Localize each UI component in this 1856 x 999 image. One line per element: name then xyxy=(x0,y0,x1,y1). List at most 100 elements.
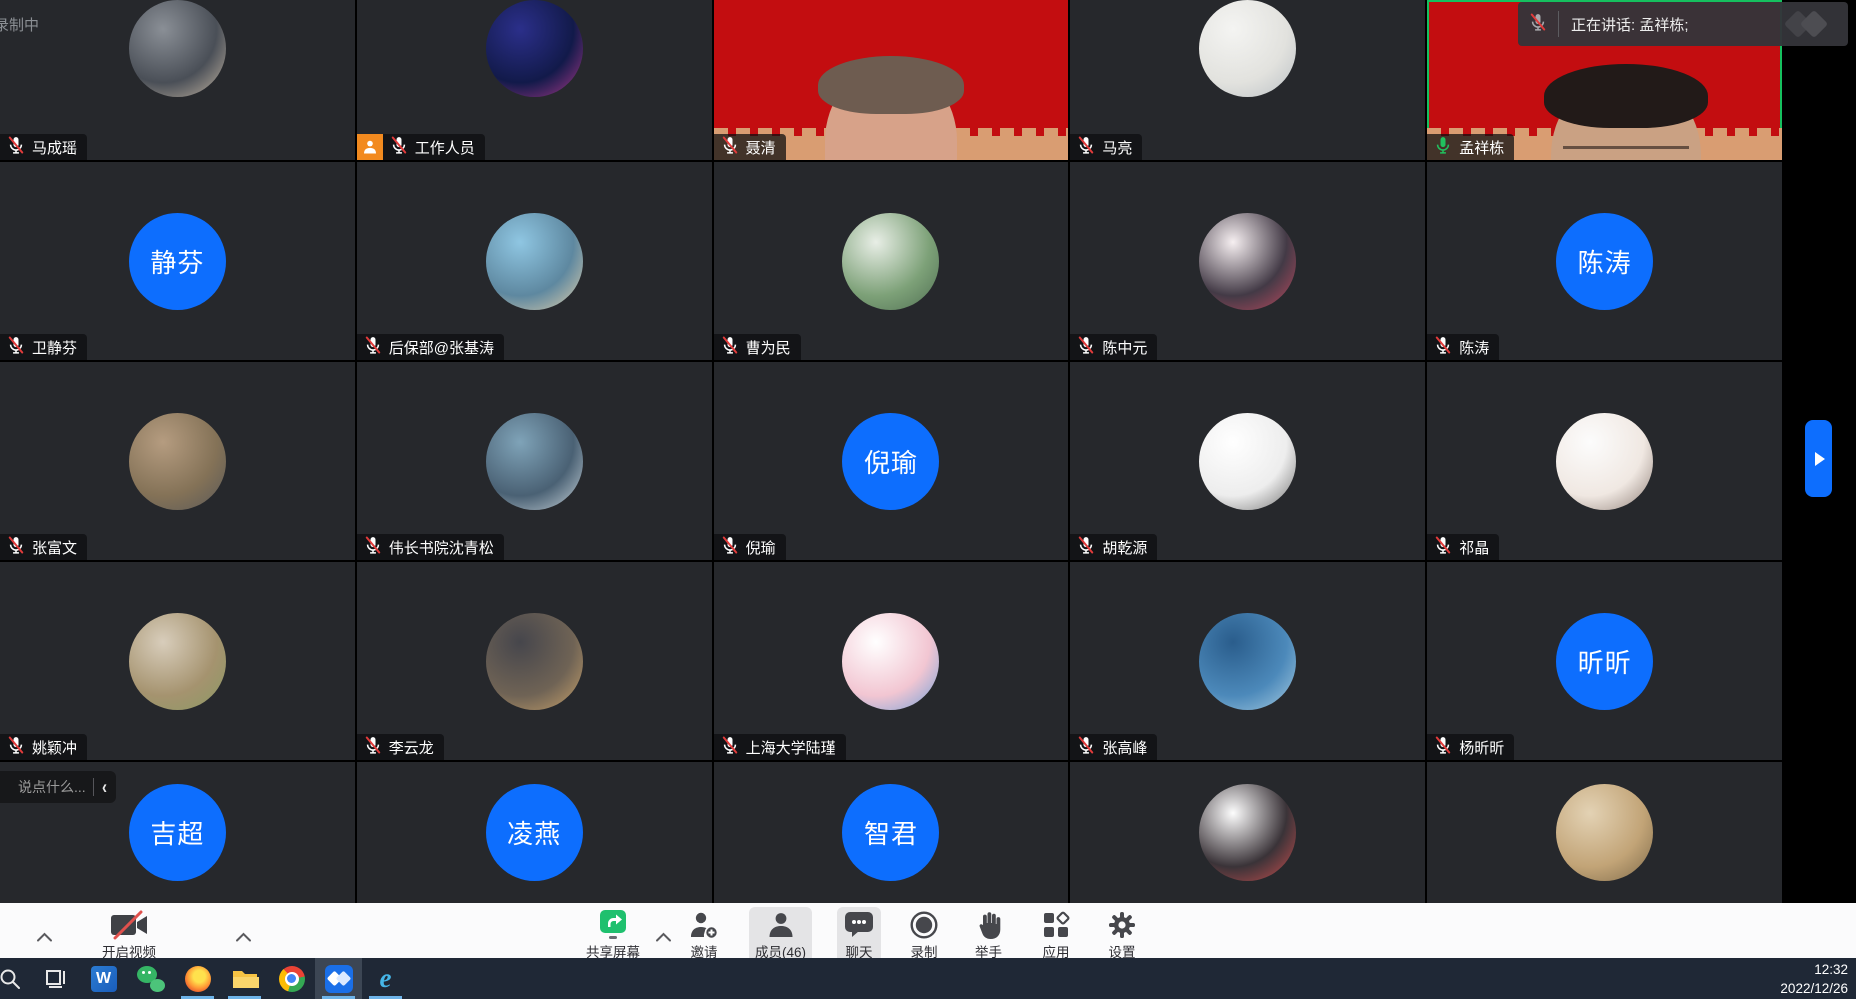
taskbar-ie-icon[interactable]: e xyxy=(362,958,409,999)
taskbar-apps: We xyxy=(0,958,409,999)
avatar-initials: 昕昕 xyxy=(1556,613,1653,710)
speaking-banner: 正在讲话: 孟祥栋; xyxy=(1518,2,1848,46)
members-icon xyxy=(766,910,796,940)
taskbar-wechat-icon[interactable] xyxy=(127,958,174,999)
apps-icon xyxy=(1041,910,1071,940)
participant-tile[interactable]: 凌燕 xyxy=(357,762,712,903)
participant-tile[interactable] xyxy=(1070,762,1425,903)
chat-quick-input[interactable]: 说点什么... ‹ xyxy=(0,771,116,803)
participant-tile[interactable]: 工作人员 xyxy=(357,0,712,160)
avatar-photo xyxy=(1199,413,1296,510)
participant-label: 杨昕昕 xyxy=(1427,734,1514,760)
participant-label: 工作人员 xyxy=(357,134,485,160)
avatar-initials: 吉超 xyxy=(129,784,226,881)
mic-muted-icon xyxy=(1076,535,1096,559)
avatar-photo xyxy=(486,413,583,510)
participant-tile[interactable] xyxy=(1427,762,1782,903)
avatar-photo xyxy=(842,213,939,310)
taskbar-meeting-icon[interactable] xyxy=(315,958,362,999)
participant-label: 李云龙 xyxy=(357,734,444,760)
toolbar-members-button[interactable]: 成员(46) xyxy=(749,907,812,963)
speaking-banner-text: 正在讲话: 孟祥栋; xyxy=(1571,14,1782,35)
mic-muted-icon xyxy=(720,135,740,159)
record-icon xyxy=(909,910,939,940)
banner-divider xyxy=(1558,11,1559,37)
collapse-chat-icon[interactable]: ‹ xyxy=(102,776,107,798)
participant-label: 后保部@张基涛 xyxy=(357,334,504,360)
mute-options-chevron[interactable] xyxy=(36,930,53,945)
participant-name: 马亮 xyxy=(1102,137,1132,158)
taskbar-chrome-icon[interactable] xyxy=(268,958,315,999)
taskbar-search-icon[interactable] xyxy=(0,958,33,999)
participant-tile[interactable]: 陈涛陈涛 xyxy=(1427,162,1782,360)
participant-tile[interactable]: 智君 xyxy=(714,762,1069,903)
avatar-initials: 陈涛 xyxy=(1556,213,1653,310)
toolbar-video-button[interactable]: 开启视频 xyxy=(96,907,162,963)
participant-tile[interactable]: 张富文 xyxy=(0,362,355,560)
participant-tile[interactable]: 昕昕杨昕昕 xyxy=(1427,562,1782,760)
participant-tile[interactable]: 胡乾源 xyxy=(1070,362,1425,560)
participant-grid: 马成瑶工作人员聂清马亮孟祥栋静芬卫静芬后保部@张基涛曹为民陈中元陈涛陈涛张富文伟… xyxy=(0,0,1782,903)
mic-muted-icon xyxy=(720,735,740,759)
participant-name: 伟长书院沈青松 xyxy=(389,537,494,558)
mic-muted-icon xyxy=(1528,12,1548,37)
participant-tile[interactable]: 曹为民 xyxy=(714,162,1069,360)
participant-tile[interactable]: 倪瑜倪瑜 xyxy=(714,362,1069,560)
participant-label: 张高峰 xyxy=(1070,734,1157,760)
avatar-initials: 智君 xyxy=(842,784,939,881)
mic-muted-icon xyxy=(1433,735,1453,759)
avatar-initials: 静芬 xyxy=(129,213,226,310)
avatar-photo xyxy=(1556,413,1653,510)
participant-label: 陈中元 xyxy=(1070,334,1157,360)
participant-name: 胡乾源 xyxy=(1102,537,1147,558)
mic-muted-icon xyxy=(389,135,409,159)
toolbar-apps-button[interactable]: 应用 xyxy=(1035,907,1077,963)
share-options-chevron[interactable] xyxy=(655,930,672,945)
participant-tile[interactable]: 马亮 xyxy=(1070,0,1425,160)
participant-tile[interactable]: 张高峰 xyxy=(1070,562,1425,760)
avatar-photo xyxy=(842,613,939,710)
participant-label: 陈涛 xyxy=(1427,334,1499,360)
participant-tile[interactable]: 李云龙 xyxy=(357,562,712,760)
participant-label: 姚颖冲 xyxy=(0,734,87,760)
participant-tile[interactable]: 姚颖冲 xyxy=(0,562,355,760)
participant-label: 上海大学陆瑾 xyxy=(714,734,846,760)
taskbar-clock[interactable]: 12:32 2022/12/26 xyxy=(1780,961,1848,999)
next-page-button[interactable] xyxy=(1805,420,1832,497)
participant-tile[interactable]: 后保部@张基涛 xyxy=(357,162,712,360)
avatar-photo xyxy=(1199,213,1296,310)
taskbar-file-explorer-icon[interactable] xyxy=(221,958,268,999)
participant-tile[interactable]: 聂清 xyxy=(714,0,1069,160)
mic-muted-icon xyxy=(363,535,383,559)
taskbar-firefox-icon[interactable] xyxy=(174,958,221,999)
participant-tile[interactable]: 马成瑶 xyxy=(0,0,355,160)
participant-label: 伟长书院沈青松 xyxy=(357,534,504,560)
toolbar-invite-button[interactable]: 邀请 xyxy=(683,907,725,963)
taskbar-task-view-icon[interactable] xyxy=(33,958,80,999)
avatar-photo xyxy=(486,213,583,310)
participant-name: 杨昕昕 xyxy=(1459,737,1504,758)
participant-tile[interactable]: 伟长书院沈青松 xyxy=(357,362,712,560)
participant-tile[interactable]: 祁晶 xyxy=(1427,362,1782,560)
gear-icon xyxy=(1107,910,1137,940)
participant-tile[interactable]: 陈中元 xyxy=(1070,162,1425,360)
toolbar-raise-hand-button[interactable]: 举手 xyxy=(969,907,1008,963)
mic-muted-icon xyxy=(1076,135,1096,159)
toolbar-share-button[interactable]: 共享屏幕 xyxy=(580,907,646,963)
toolbar-chat-button[interactable]: 聊天 xyxy=(837,907,881,963)
taskbar-date: 2022/12/26 xyxy=(1780,980,1848,999)
taskbar-word-icon[interactable]: W xyxy=(80,958,127,999)
toolbar-record-button[interactable]: 录制 xyxy=(903,907,945,963)
participant-label: 张富文 xyxy=(0,534,87,560)
participant-label: 聂清 xyxy=(714,134,786,160)
participant-name: 陈涛 xyxy=(1459,337,1489,358)
toolbar-settings-button[interactable]: 设置 xyxy=(1101,907,1143,963)
chat-input-placeholder[interactable]: 说点什么... xyxy=(18,777,93,797)
participant-tile[interactable]: 上海大学陆瑾 xyxy=(714,562,1069,760)
avatar-photo xyxy=(129,613,226,710)
participant-name: 卫静芬 xyxy=(32,337,77,358)
video-options-chevron[interactable] xyxy=(235,930,252,945)
camera-off-icon xyxy=(108,910,150,940)
participant-tile[interactable]: 静芬卫静芬 xyxy=(0,162,355,360)
meeting-window: 马成瑶工作人员聂清马亮孟祥栋静芬卫静芬后保部@张基涛曹为民陈中元陈涛陈涛张富文伟… xyxy=(0,0,1856,999)
